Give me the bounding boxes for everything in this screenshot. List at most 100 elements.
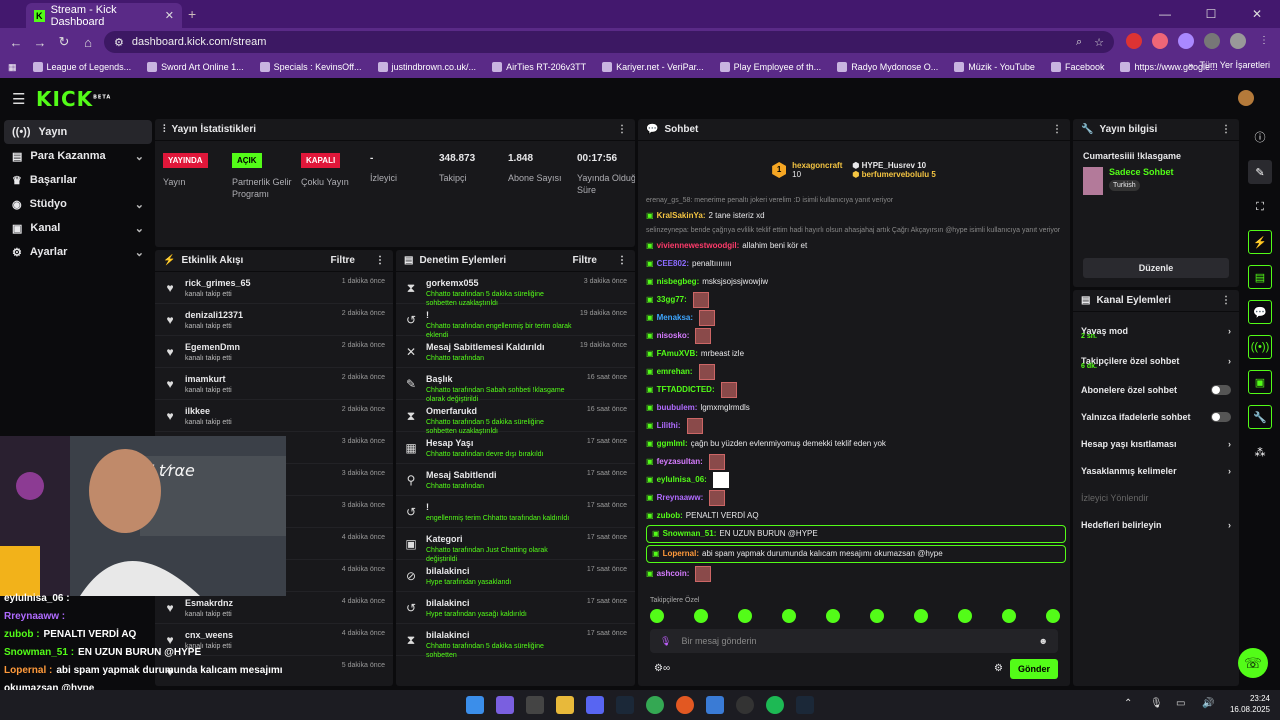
menu-dots-icon[interactable]: ⋮ — [1221, 295, 1231, 306]
toggle-switch[interactable] — [1211, 411, 1231, 422]
activity-row[interactable]: ♥ rick_grimes_65 kanalı takip etti 1 dakika… — [155, 272, 393, 304]
kick-logo[interactable]: KICKBETA — [36, 87, 111, 111]
forward-icon[interactable]: → — [28, 35, 52, 50]
sidebar-item-ayarlar[interactable]: ⚙ Ayarlar ⌄ — [4, 240, 152, 264]
gifter[interactable]: 1 hexagoncraft 10 — [772, 151, 842, 189]
sidebar-item-kanal[interactable]: ▣ Kanal ⌄ — [4, 216, 152, 240]
bookmark[interactable]: Play Employee of th... — [712, 62, 830, 72]
extension-icon[interactable] — [1178, 33, 1194, 49]
extension-icon[interactable] — [1152, 33, 1168, 49]
windows-start-icon[interactable] — [466, 696, 484, 714]
channel-action-item[interactable]: Hesap yaşı kısıtlaması › — [1073, 430, 1239, 457]
mic-icon[interactable]: 🎙 — [660, 636, 671, 647]
bookmark[interactable]: AirTies RT-206v3TT — [484, 62, 594, 72]
channel-action-item[interactable]: Abonelere özel sohbet — [1073, 376, 1239, 403]
spotify-icon[interactable] — [766, 696, 784, 714]
chat-icon[interactable]: 💬 — [1248, 300, 1272, 324]
emote-icon[interactable] — [1046, 609, 1060, 623]
steam-icon[interactable] — [616, 696, 634, 714]
moderation-row[interactable]: ⧗ gorkemx055 Chhatto tarafından 5 dakika s… — [396, 272, 635, 307]
copilot-icon[interactable] — [496, 696, 514, 714]
activity-row[interactable]: ♥ denizali12371 kanalı takip etti 2 dakika … — [155, 304, 393, 336]
bookmark[interactable]: League of Legends... — [25, 62, 140, 72]
activity-row[interactable]: ♥ ilkkee kanalı takip etti 2 dakika önce — [155, 400, 393, 432]
apps-icon[interactable]: ⁂ — [1248, 440, 1272, 464]
moderation-row[interactable]: ↺ bilalakinci Hype tarafından yasağı kaldı… — [396, 592, 635, 624]
activity-row[interactable]: ♥ imamkurt kanalı takip etti 2 dakika önce — [155, 368, 393, 400]
filter-button[interactable]: Filtre — [573, 255, 597, 266]
menu-dots-icon[interactable]: ⋮ — [1052, 124, 1062, 135]
reload-icon[interactable]: ↻ — [52, 34, 76, 50]
channel-action-item[interactable]: Yasaklanmış kelimeler › — [1073, 457, 1239, 484]
emote-icon[interactable] — [958, 609, 972, 623]
moderation-row[interactable]: ↺! engellenmiş terim Chhatto tarafından k… — [396, 496, 635, 528]
emote-icon[interactable] — [782, 609, 796, 623]
store-icon[interactable] — [526, 696, 544, 714]
emote-icon[interactable] — [1002, 609, 1016, 623]
document-icon[interactable]: ▤ — [1248, 265, 1272, 289]
minimize-icon[interactable]: — — [1142, 0, 1188, 28]
bookmark[interactable]: Sword Art Online 1... — [139, 62, 252, 72]
moderation-row[interactable]: ✕ Mesaj Sabitlemesi Kaldırıldı Chhatto tar… — [396, 336, 635, 368]
file-explorer-icon[interactable] — [556, 696, 574, 714]
sidebar-item-para-kazanma[interactable]: ▤ Para Kazanma ⌄ — [4, 144, 152, 168]
bookmark[interactable]: Kariyer.net - VeriPar... — [594, 62, 712, 72]
moderation-row[interactable]: ⚲ Mesaj Sabitlendi Chhatto tarafından 17 sa… — [396, 464, 635, 496]
more-bookmarks-icon[interactable]: » — [1188, 60, 1193, 70]
chevron-up-icon[interactable]: ⌃ — [1124, 698, 1142, 716]
back-icon[interactable]: ← — [4, 35, 28, 50]
edit-button[interactable]: Düzenle — [1083, 258, 1229, 278]
chat-input[interactable]: 🎙 Bir mesaj gönderin ☻ — [650, 629, 1058, 653]
menu-dots-icon[interactable]: ⋮ — [375, 255, 385, 266]
bolt-icon[interactable]: ⚡ — [1248, 230, 1272, 254]
bookmark[interactable]: Müzik - YouTube — [946, 62, 1043, 72]
bookmark[interactable]: Facebook — [1043, 62, 1113, 72]
moderation-row[interactable]: ▣ Kategori Chhatto tarafından Just Chattin… — [396, 528, 635, 563]
site-info-icon[interactable]: ⚙ — [114, 36, 124, 49]
edit-icon[interactable]: ✎ — [1248, 160, 1272, 184]
display-icon[interactable]: ▭ — [1176, 698, 1194, 716]
emote-icon[interactable] — [870, 609, 884, 623]
info-icon[interactable]: ⓘ — [1248, 125, 1272, 149]
url-bar[interactable]: ⚙ dashboard.kick.com/stream ⌕ ☆ — [104, 31, 1114, 53]
new-tab-icon[interactable]: + — [188, 6, 196, 22]
support-chat-icon[interactable]: ☏ — [1238, 648, 1268, 678]
channel-action-item[interactable]: Takipçilere özel sohbet 6 dk. › — [1073, 346, 1239, 376]
channel-action-item[interactable]: Yalnızca ifadelerle sohbet — [1073, 403, 1239, 430]
chrome-icon[interactable] — [646, 696, 664, 714]
app-icon[interactable] — [676, 696, 694, 714]
profile-avatar-icon[interactable] — [1230, 33, 1246, 49]
user-avatar[interactable] — [1238, 90, 1254, 106]
crop-icon[interactable]: ⛶ — [1248, 195, 1272, 219]
sidebar-item-yayin[interactable]: ((•)) Yayın — [4, 120, 152, 144]
filter-button[interactable]: Filtre — [331, 255, 355, 266]
toggle-switch[interactable] — [1211, 384, 1231, 395]
channel-action-item[interactable]: İzleyici Yönlendir — [1073, 484, 1239, 511]
channel-action-item[interactable]: Hedefleri belirleyin › — [1073, 511, 1239, 538]
category-link[interactable]: Sadece Sohbet — [1109, 167, 1174, 177]
volume-icon[interactable]: 🔊 — [1202, 698, 1220, 716]
moderation-row[interactable]: ⧗ bilalakinci Chhatto tarafından 5 dakika … — [396, 624, 635, 659]
menu-dots-icon[interactable]: ⋮ — [617, 255, 627, 266]
app-icon[interactable] — [736, 696, 754, 714]
broadcast-icon[interactable]: ((•)) — [1248, 335, 1272, 359]
settings-link-icon[interactable]: ⚙∞ — [654, 663, 670, 674]
menu-dots-icon[interactable]: ⋮ — [1256, 33, 1272, 49]
bookmark[interactable]: justindbrown.co.uk/... — [370, 62, 485, 72]
emote-icon[interactable] — [914, 609, 928, 623]
discord-icon[interactable] — [586, 696, 604, 714]
gear-icon[interactable]: ⚙ — [994, 663, 1003, 674]
app-icon[interactable] — [706, 696, 724, 714]
steam-icon[interactable] — [796, 696, 814, 714]
moderation-row[interactable]: ⧗ Omerfarukd Chhatto tarafından 5 dakika s… — [396, 400, 635, 435]
apps-grid-icon[interactable]: ▦ — [0, 62, 25, 73]
actions-icon[interactable]: ▣ — [1248, 370, 1272, 394]
wrench-icon[interactable]: 🔧 — [1248, 405, 1272, 429]
zoom-icon[interactable]: ⌕ — [1076, 36, 1082, 49]
channel-action-item[interactable]: Yavaş mod 2 sn. › — [1073, 316, 1239, 346]
menu-dots-icon[interactable]: ⋮ — [1221, 124, 1231, 135]
moderation-row[interactable]: ✎ Başlık Chhatto tarafından Sabah sohbeti … — [396, 368, 635, 403]
gifter[interactable]: ⬢ HYPE_Husrev 10 ⬢ berfumervebolulu 5 — [852, 151, 935, 189]
menu-dots-icon[interactable]: ⋮ — [617, 124, 627, 135]
browser-tab[interactable]: K Stream - Kick Dashboard ✕ — [26, 3, 182, 28]
